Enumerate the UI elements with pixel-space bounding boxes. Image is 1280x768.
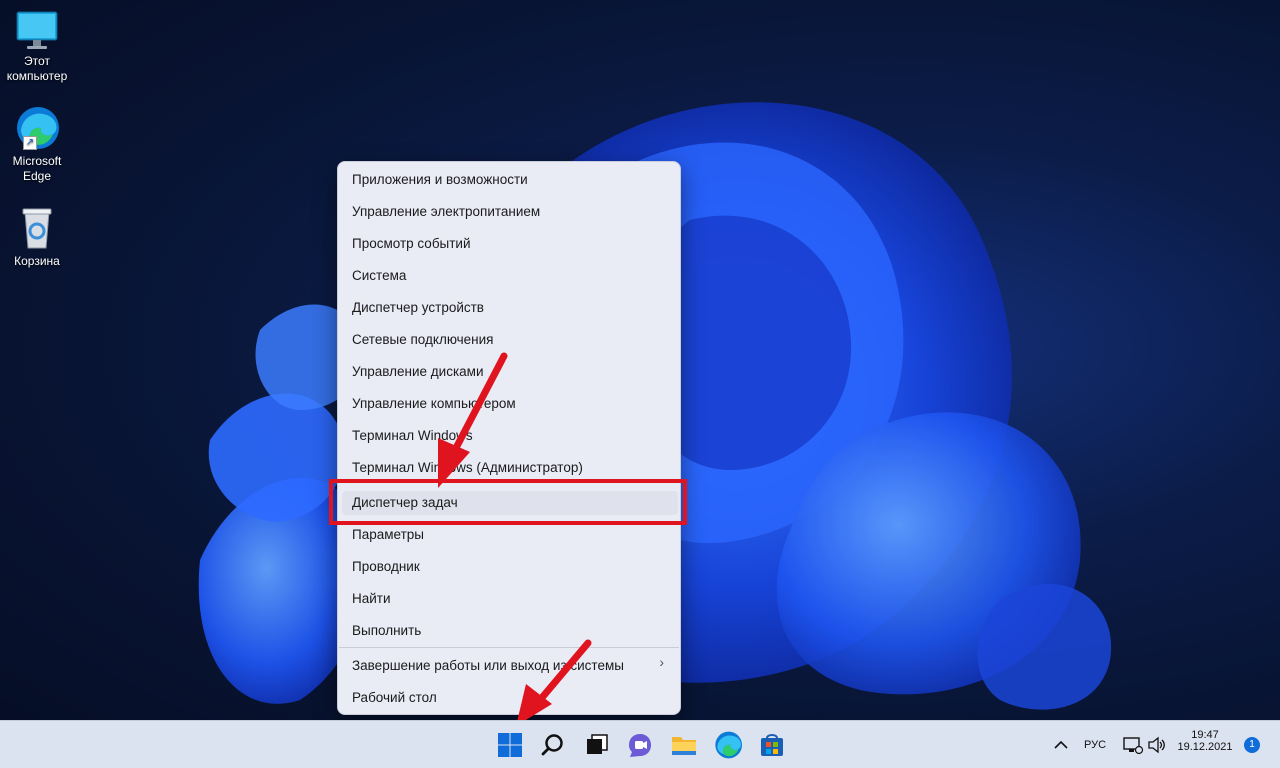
desktop-icon-this-pc[interactable]: Этот компьютер xyxy=(0,8,74,84)
task-view-button[interactable] xyxy=(581,729,613,761)
menu-item-disk-management[interactable]: Управление дисками xyxy=(352,360,484,384)
menu-item-file-explorer[interactable]: Проводник xyxy=(352,555,420,579)
desktop-icon-label: Edge xyxy=(22,169,52,183)
clock-date: 19.12.2021 xyxy=(1177,741,1233,753)
search-icon xyxy=(541,734,563,756)
quick-link-context-menu: Приложения и возможности Управление элек… xyxy=(337,161,681,715)
edge-icon xyxy=(715,731,742,759)
menu-item-shutdown-signout[interactable]: Завершение работы или выход из системы xyxy=(352,654,624,678)
recycle-bin-icon xyxy=(13,204,61,249)
menu-separator xyxy=(339,647,679,648)
taskbar: РУС 19:47 19.12.2021 1 xyxy=(0,720,1280,768)
taskbar-search-button[interactable] xyxy=(537,729,569,761)
volume-icon xyxy=(1148,736,1165,754)
network-button[interactable] xyxy=(1122,735,1144,755)
desktop-icon-recycle-bin[interactable]: Корзина xyxy=(0,204,74,269)
task-view-icon xyxy=(587,734,608,754)
menu-item-apps-features[interactable]: Приложения и возможности xyxy=(352,168,528,192)
store-button[interactable] xyxy=(756,729,788,761)
chat-button[interactable] xyxy=(624,729,656,761)
start-icon xyxy=(498,733,522,757)
language-indicator[interactable]: РУС xyxy=(1084,739,1106,751)
show-hidden-icons-button[interactable] xyxy=(1052,735,1070,755)
menu-item-desktop[interactable]: Рабочий стол xyxy=(352,686,437,710)
menu-item-windows-terminal-admin[interactable]: Терминал Windows (Администратор) xyxy=(352,456,583,480)
menu-item-event-viewer[interactable]: Просмотр событий xyxy=(352,232,471,256)
file-explorer-button[interactable] xyxy=(668,729,700,761)
store-icon xyxy=(761,734,783,756)
menu-item-power-options[interactable]: Управление электропитанием xyxy=(352,200,540,224)
menu-item-network-connections[interactable]: Сетевые подключения xyxy=(352,328,494,352)
shortcut-arrow-icon: ↗ xyxy=(23,136,37,150)
clock[interactable]: 19:47 19.12.2021 xyxy=(1176,729,1234,753)
menu-item-system[interactable]: Система xyxy=(352,264,406,288)
desktop-icon-label: Этот xyxy=(24,54,50,68)
menu-item-search[interactable]: Найти xyxy=(352,587,391,611)
desktop-icon-label: Корзина xyxy=(14,254,60,268)
computer-icon xyxy=(13,8,61,52)
edge-icon: ↗ xyxy=(13,104,61,150)
menu-item-computer-management[interactable]: Управление компьютером xyxy=(352,392,516,416)
desktop-icon-label: компьютер xyxy=(6,69,68,83)
annotation-highlight-box xyxy=(329,479,687,525)
start-button[interactable] xyxy=(494,729,526,761)
menu-item-windows-terminal[interactable]: Терминал Windows xyxy=(352,424,473,448)
chevron-right-icon: › xyxy=(659,654,664,670)
desktop-icon-label: Microsoft xyxy=(12,154,62,168)
file-explorer-icon xyxy=(672,737,696,755)
menu-item-device-manager[interactable]: Диспетчер устройств xyxy=(352,296,484,320)
chevron-up-icon xyxy=(1054,740,1068,749)
volume-button[interactable] xyxy=(1147,735,1167,755)
desktop-icon-edge[interactable]: ↗ Microsoft Edge xyxy=(0,104,74,184)
clock-time: 19:47 xyxy=(1191,729,1219,741)
menu-item-run[interactable]: Выполнить xyxy=(352,619,421,643)
menu-item-settings[interactable]: Параметры xyxy=(352,523,424,547)
notification-badge[interactable]: 1 xyxy=(1244,737,1260,753)
network-icon xyxy=(1123,737,1144,755)
edge-taskbar-button[interactable] xyxy=(712,729,744,761)
chat-icon xyxy=(629,734,651,757)
